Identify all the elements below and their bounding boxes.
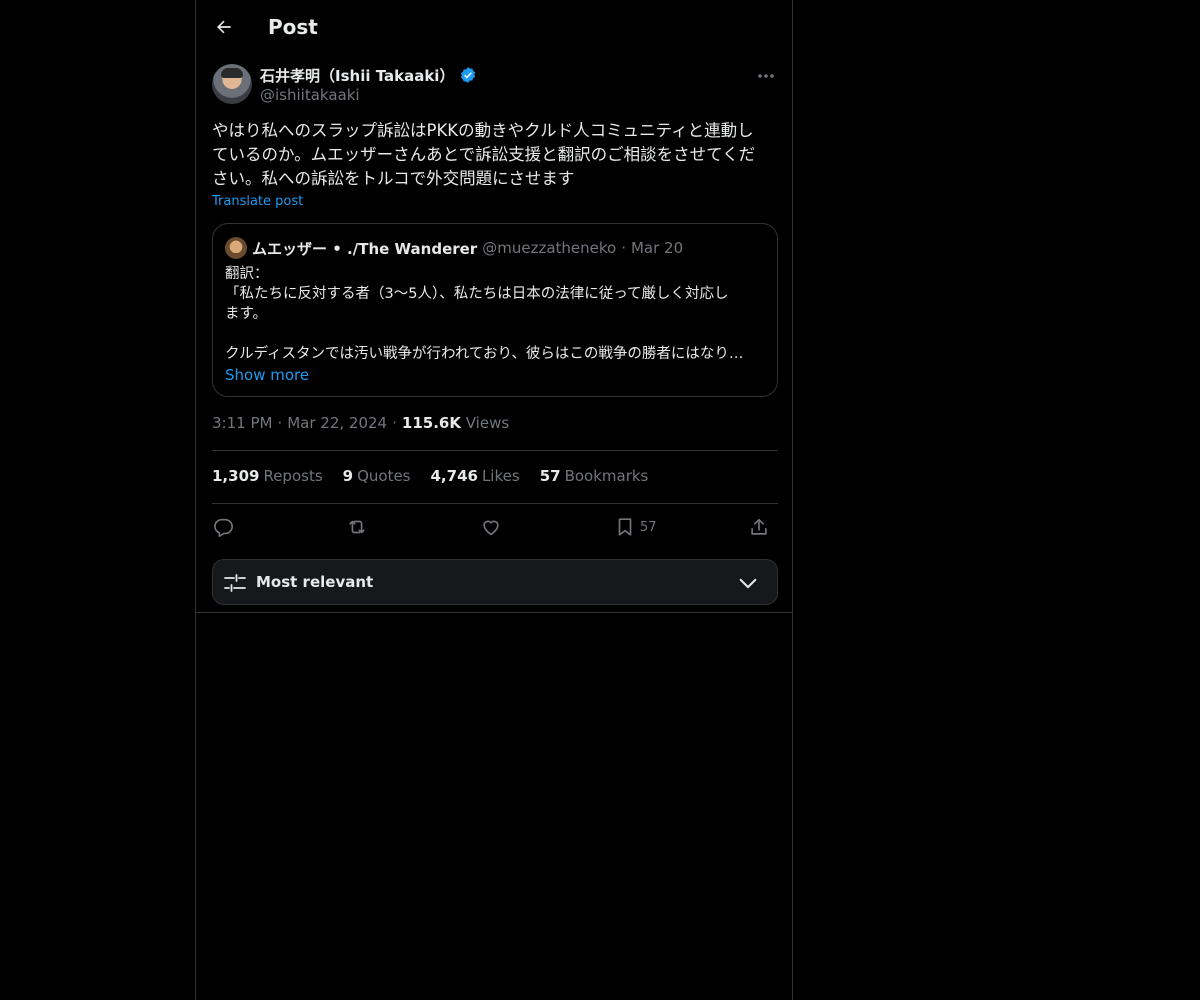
divider	[196, 612, 792, 613]
bookmarks-label: Bookmarks	[564, 467, 649, 485]
views-count: 115.6K	[401, 414, 461, 432]
quote-text: 翻訳： 「私たちに反対する者（3〜5人）、私たちは日本の法律に従って厳しく対応し…	[225, 264, 765, 364]
bookmarks-count: 57	[539, 467, 561, 485]
divider	[212, 450, 778, 451]
bookmark-icon	[618, 518, 632, 536]
quote-text-line: ます。	[225, 306, 268, 322]
quote-text-line	[225, 324, 765, 344]
post-text-line: やはり私へのスラップ訴訟はPKKの動きやクルド人コミュニティと連動し	[212, 121, 754, 140]
share-icon	[751, 518, 767, 535]
reposts-count: 1,309	[212, 467, 260, 485]
bookmarks-stat[interactable]: 57 Bookmarks	[540, 467, 649, 485]
translate-post-link[interactable]: Translate post	[212, 194, 303, 209]
sliders-icon	[224, 574, 246, 592]
like-button[interactable]	[480, 512, 502, 542]
post-text: やはり私へのスラップ訴訟はPKKの動きやクルド人コミュニティと連動し ているのか…	[212, 119, 778, 191]
share-button[interactable]	[748, 512, 770, 542]
author-name[interactable]: 石井孝明（Ishii Takaaki）	[260, 65, 454, 86]
page-title: Post	[268, 15, 318, 39]
separator-dot: ·	[277, 414, 283, 432]
post-time[interactable]: 3:11 PM	[212, 414, 272, 432]
quote-text-line: 翻訳：	[225, 266, 269, 282]
reply-icon	[214, 518, 233, 537]
action-bar: 57	[212, 512, 778, 542]
quote-author-name: ムエッザー • ./The Wanderer	[252, 239, 478, 258]
more-options-button[interactable]	[754, 66, 778, 86]
author-handle[interactable]: @ishiitakaaki	[260, 86, 360, 104]
quotes-stat[interactable]: 9 Quotes	[343, 467, 411, 485]
quote-date: Mar 20	[630, 239, 684, 257]
quote-text-line: 「私たちに反対する者（3〜5人）、私たちは日本の法律に従って厳しく対応し	[225, 286, 729, 302]
arrow-left-icon	[217, 20, 231, 34]
main-column: Post 石井孝明（Ishii Takaaki） @ishiitakaaki や…	[195, 0, 793, 1000]
sort-label: Most relevant	[256, 573, 374, 591]
back-button[interactable]	[210, 13, 238, 41]
likes-label: Likes	[481, 467, 520, 485]
bookmark-button[interactable]: 57	[614, 512, 657, 542]
post-author: 石井孝明（Ishii Takaaki） @ishiitakaaki	[212, 64, 778, 106]
post-text-line: ているのか。ムエッザーさんあとで訴訟支援と翻訳のご相談をさせてくだ	[212, 145, 756, 164]
views-label: Views	[465, 414, 510, 432]
likes-count: 4,746	[430, 467, 478, 485]
engagement-stats: 1,309 Reposts 9 Quotes 4,746 Likes 57 Bookma…	[212, 467, 648, 485]
quote-text-line: クルディスタンでは汚い戦争が行われており、彼らはこの戦争の勝者にはなり…	[225, 346, 744, 362]
repost-icon	[349, 520, 365, 534]
show-more-link[interactable]: Show more	[225, 366, 309, 384]
quoted-post[interactable]: ムエッザー • ./The Wanderer @muezzatheneko · …	[212, 223, 778, 397]
quotes-label: Quotes	[357, 467, 411, 485]
header: Post	[196, 0, 792, 54]
quotes-count: 9	[342, 467, 354, 485]
quote-author-handle: @muezzatheneko	[482, 239, 617, 257]
post-meta: 3:11 PM · Mar 22, 2024 · 115.6K Views	[212, 414, 509, 432]
reposts-label: Reposts	[263, 467, 323, 485]
separator-dot: ·	[621, 239, 626, 257]
repost-button[interactable]	[346, 512, 368, 542]
verified-badge-icon[interactable]	[459, 66, 477, 84]
heart-icon	[483, 520, 499, 536]
separator-dot: ·	[392, 414, 397, 432]
quote-avatar	[225, 237, 247, 259]
reply-button[interactable]	[212, 512, 234, 542]
chevron-down-icon	[739, 578, 757, 589]
reposts-stat[interactable]: 1,309 Reposts	[212, 467, 323, 485]
post-date[interactable]: Mar 22, 2024	[287, 414, 387, 432]
bookmark-count: 57	[640, 519, 657, 535]
avatar[interactable]	[212, 64, 252, 104]
likes-stat[interactable]: 4,746 Likes	[431, 467, 520, 485]
divider	[212, 503, 778, 504]
post-text-line: さい。私への訴訟をトルコで外交問題にさせます	[212, 169, 575, 188]
more-dots-icon	[758, 74, 774, 78]
reply-sort-dropdown[interactable]: Most relevant	[212, 559, 778, 605]
